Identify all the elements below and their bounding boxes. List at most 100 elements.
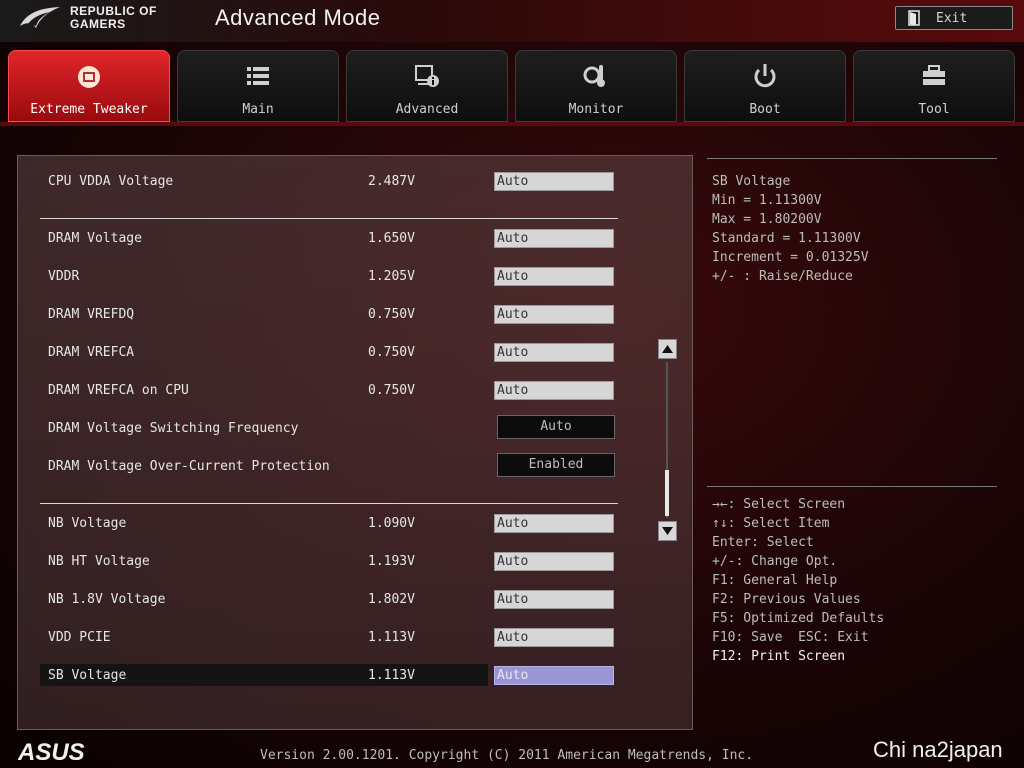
scrollbar-thumb[interactable]	[665, 470, 669, 516]
exit-door-icon	[908, 10, 920, 26]
exit-label: Exit	[936, 10, 968, 26]
exit-button[interactable]: Exit	[895, 6, 1013, 30]
item-help-panel: SB Voltage Min = 1.11300V Max = 1.80200V…	[712, 172, 869, 286]
settings-panel: CPU VDDA Voltage 2.487V Auto DRAM Voltag…	[17, 155, 693, 730]
setting-row-nb-voltage[interactable]: NB Voltage 1.090V Auto	[48, 512, 648, 536]
help-min: Min = 1.11300V	[712, 193, 822, 208]
setting-value: 1.193V	[368, 554, 415, 569]
setting-row-cpu-vdda-voltage[interactable]: CPU VDDA Voltage 2.487V Auto	[48, 170, 648, 194]
help-title: SB Voltage	[712, 174, 791, 189]
scroll-up-button[interactable]	[658, 339, 677, 359]
key-select-screen: →←: Select Screen	[712, 497, 846, 512]
setting-label: DRAM VREFCA	[48, 345, 135, 360]
asus-logo-icon: ASUS	[18, 741, 85, 763]
setting-input[interactable]: Auto	[494, 666, 614, 685]
tab-extreme-tweaker[interactable]: Extreme Tweaker	[8, 50, 170, 122]
setting-input[interactable]: Auto	[494, 305, 614, 324]
scroll-down-button[interactable]	[658, 521, 677, 541]
toolbox-icon	[923, 65, 945, 85]
arrow-up-icon	[662, 345, 673, 353]
help-max: Max = 1.80200V	[712, 212, 822, 227]
section-divider	[40, 503, 618, 504]
setting-value: 0.750V	[368, 307, 415, 322]
setting-value: 2.487V	[368, 174, 415, 189]
key-legend: →←: Select Screen ↑↓: Select Item Enter:…	[712, 495, 884, 666]
key-f10-esc: F10: Save ESC: Exit	[712, 630, 869, 645]
monitor-thermometer-icon	[583, 65, 605, 87]
tab-boot[interactable]: Boot	[684, 50, 846, 122]
setting-input[interactable]: Auto	[494, 552, 614, 571]
advanced-info-icon	[415, 65, 439, 87]
setting-label: DRAM Voltage	[48, 231, 142, 246]
key-select-item: ↑↓: Select Item	[712, 516, 830, 531]
key-change-opt: +/-: Change Opt.	[712, 554, 838, 569]
setting-row-dram-vrefca-on-cpu[interactable]: DRAM VREFCA on CPU 0.750V Auto	[48, 379, 648, 403]
setting-value: 1.113V	[368, 668, 415, 683]
setting-row-vdd-pcie[interactable]: VDD PCIE 1.113V Auto	[48, 626, 648, 650]
setting-row-dram-over-current-protection[interactable]: DRAM Voltage Over-Current Protection Ena…	[48, 453, 648, 479]
setting-row-nb-ht-voltage[interactable]: NB HT Voltage 1.193V Auto	[48, 550, 648, 574]
tab-bar: Extreme Tweaker Main Advanced Monitor Bo…	[8, 50, 1016, 122]
brand-text: REPUBLIC OF GAMERS	[70, 5, 157, 31]
watermark: Chi na2japan	[873, 737, 1003, 762]
tab-label: Advanced	[395, 102, 459, 117]
setting-label: NB HT Voltage	[48, 554, 150, 569]
help-bottom-divider	[707, 486, 997, 487]
setting-row-nb-1-8v-voltage[interactable]: NB 1.8V Voltage 1.802V Auto	[48, 588, 648, 612]
setting-input[interactable]: Auto	[494, 172, 614, 191]
setting-row-dram-vrefca[interactable]: DRAM VREFCA 0.750V Auto	[48, 341, 648, 365]
asus-logo-text: ASUS	[18, 741, 85, 763]
key-f12: F12: Print Screen	[712, 649, 846, 664]
key-f5: F5: Optimized Defaults	[712, 611, 885, 626]
setting-value: 0.750V	[368, 383, 415, 398]
tab-label: Monitor	[568, 102, 624, 117]
setting-label: DRAM VREFCA on CPU	[48, 383, 189, 398]
setting-dropdown[interactable]: Auto	[497, 415, 615, 439]
key-f2: F2: Previous Values	[712, 592, 861, 607]
setting-input[interactable]: Auto	[494, 229, 614, 248]
setting-row-dram-voltage[interactable]: DRAM Voltage 1.650V Auto	[48, 227, 648, 251]
section-divider	[40, 218, 618, 219]
tab-monitor[interactable]: Monitor	[515, 50, 677, 122]
setting-value: 1.113V	[368, 630, 415, 645]
header-bar: REPUBLIC OF GAMERS Advanced Mode Exit	[0, 0, 1024, 42]
setting-input[interactable]: Auto	[494, 514, 614, 533]
tab-label: Main	[242, 102, 274, 117]
key-enter: Enter: Select	[712, 535, 814, 550]
setting-row-sb-voltage[interactable]: SB Voltage 1.113V Auto	[40, 664, 648, 688]
tab-label: Extreme Tweaker	[30, 102, 148, 117]
setting-label: DRAM Voltage Over-Current Protection	[48, 459, 330, 474]
tweaker-icon	[78, 66, 100, 88]
help-top-divider	[707, 158, 997, 159]
page-title: Advanced Mode	[215, 5, 381, 30]
setting-input[interactable]: Auto	[494, 628, 614, 647]
setting-value: 1.090V	[368, 516, 415, 531]
setting-input[interactable]: Auto	[494, 590, 614, 609]
setting-value: 1.802V	[368, 592, 415, 607]
tab-main[interactable]: Main	[177, 50, 339, 122]
setting-label: DRAM Voltage Switching Frequency	[48, 421, 299, 436]
setting-input[interactable]: Auto	[494, 267, 614, 286]
setting-label: VDD PCIE	[48, 630, 111, 645]
setting-label: NB 1.8V Voltage	[48, 592, 166, 607]
arrow-down-icon	[662, 527, 673, 535]
list-icon	[247, 67, 269, 85]
setting-row-dram-switching-frequency[interactable]: DRAM Voltage Switching Frequency Auto	[48, 415, 648, 441]
rog-logo-icon	[20, 7, 60, 28]
setting-label: NB Voltage	[48, 516, 127, 531]
help-standard: Standard = 1.11300V	[712, 231, 861, 246]
footer-version: Version 2.00.1201. Copyright (C) 2011 Am…	[260, 748, 754, 763]
setting-row-vddr[interactable]: VDDR 1.205V Auto	[48, 265, 648, 289]
setting-label: DRAM VREFDQ	[48, 307, 135, 322]
tab-advanced[interactable]: Advanced	[346, 50, 508, 122]
tab-tool[interactable]: Tool	[853, 50, 1015, 122]
setting-value: 1.650V	[368, 231, 415, 246]
setting-dropdown[interactable]: Enabled	[497, 453, 615, 477]
tab-label: Boot	[749, 102, 781, 117]
setting-input[interactable]: Auto	[494, 381, 614, 400]
setting-value: 1.205V	[368, 269, 415, 284]
setting-row-dram-vrefdq[interactable]: DRAM VREFDQ 0.750V Auto	[48, 303, 648, 327]
setting-label: VDDR	[48, 269, 80, 284]
setting-label: CPU VDDA Voltage	[48, 174, 174, 189]
setting-input[interactable]: Auto	[494, 343, 614, 362]
